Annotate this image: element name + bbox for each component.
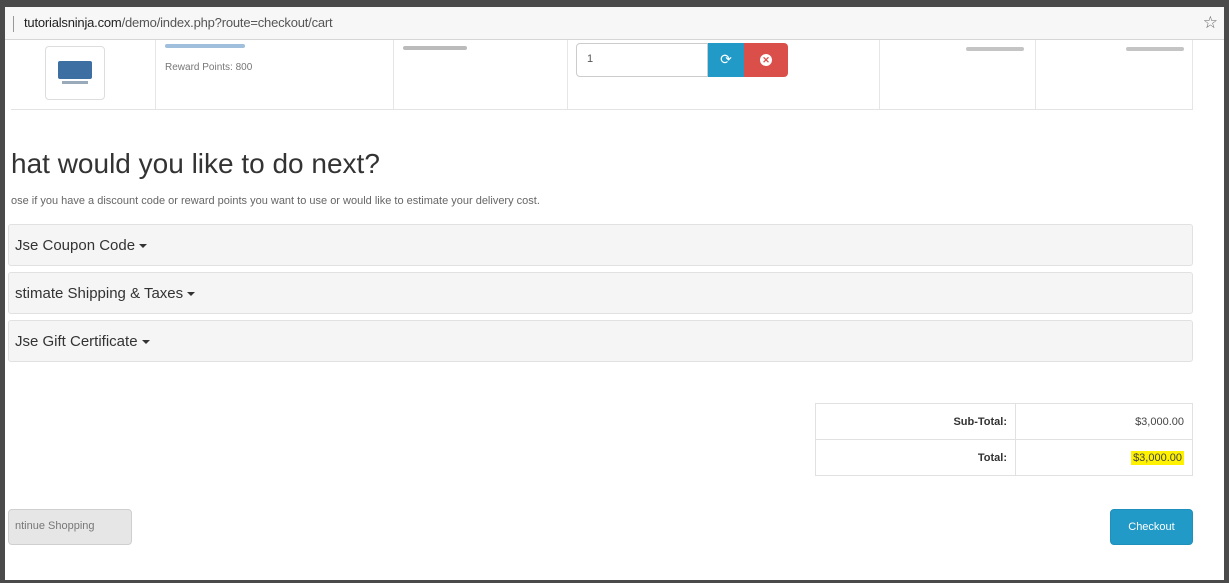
address-bar[interactable]: tutorialsninja.com/demo/index.php?route=… <box>5 7 1224 40</box>
address-divider <box>13 16 14 32</box>
laptop-screen-shape <box>58 61 92 79</box>
product-thumbnail[interactable] <box>45 46 105 100</box>
gift-certificate-panel[interactable]: Jse Gift Certificate <box>8 320 1193 362</box>
total-value-cell: $3,000.00 <box>1015 439 1193 476</box>
totals-table: Sub-Total: $3,000.00 Total: $3,000.00 <box>815 403 1193 476</box>
caret-down-icon <box>139 244 148 249</box>
next-steps-heading: hat would you like to do next? <box>11 148 380 179</box>
shipping-taxes-panel[interactable]: stimate Shipping & Taxes <box>8 272 1193 314</box>
total-label: Total: <box>815 439 1016 476</box>
unit-price <box>966 47 1024 51</box>
url-text[interactable]: tutorialsninja.com/demo/index.php?route=… <box>24 15 333 30</box>
refresh-icon: ⟳ <box>720 51 732 67</box>
url-host: tutorialsninja.com <box>24 15 122 30</box>
star-icon[interactable]: ☆ <box>1203 13 1218 33</box>
column-divider <box>567 40 568 109</box>
column-divider <box>155 40 156 109</box>
remove-button[interactable]: ✕ <box>744 43 788 77</box>
continue-shopping-button[interactable]: ntinue Shopping <box>8 509 132 545</box>
column-divider <box>1035 40 1036 109</box>
subtotal-value: $3,000.00 <box>1015 403 1193 440</box>
subtotal-row: Sub-Total: $3,000.00 <box>815 403 1193 440</box>
column-divider <box>1192 40 1193 109</box>
quantity-input[interactable]: 1 <box>576 43 708 77</box>
column-divider <box>393 40 394 109</box>
product-model <box>403 46 467 50</box>
cart-table-row: Reward Points: 800 1 ⟳ ✕ <box>11 40 1193 110</box>
checkout-button[interactable]: Checkout <box>1110 509 1193 545</box>
laptop-base-shape <box>62 81 88 84</box>
caret-down-icon <box>187 292 196 297</box>
remove-icon: ✕ <box>760 54 772 66</box>
coupon-code-panel[interactable]: Jse Coupon Code <box>8 224 1193 266</box>
caret-down-icon <box>141 340 150 345</box>
next-steps-description: ose if you have a discount code or rewar… <box>11 195 540 207</box>
row-total <box>1126 47 1184 51</box>
browser-window: tutorialsninja.com/demo/index.php?route=… <box>0 0 1229 583</box>
total-row: Total: $3,000.00 <box>815 439 1193 476</box>
panel-title: stimate Shipping & Taxes <box>15 285 184 302</box>
total-value: $3,000.00 <box>1131 450 1184 465</box>
column-divider <box>879 40 880 109</box>
subtotal-label: Sub-Total: <box>815 403 1016 440</box>
reward-points: Reward Points: 800 <box>165 62 253 73</box>
panel-title: Jse Coupon Code <box>15 237 136 254</box>
update-button[interactable]: ⟳ <box>708 43 744 77</box>
panel-title: Jse Gift Certificate <box>15 333 138 350</box>
url-path: /demo/index.php?route=checkout/cart <box>121 15 333 30</box>
product-name-link[interactable] <box>165 44 245 48</box>
